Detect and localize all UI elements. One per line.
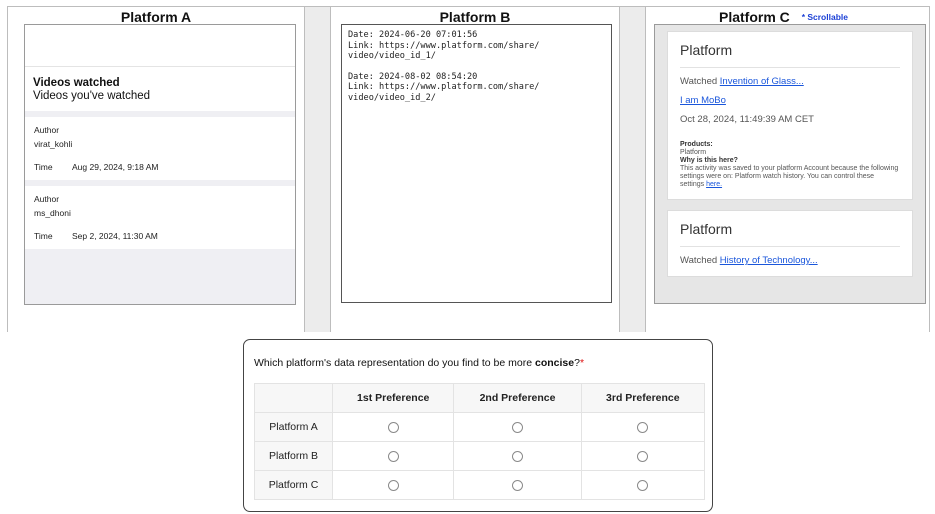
why-label: Why is this here?: [680, 157, 738, 164]
radio-button[interactable]: [387, 421, 399, 433]
radio-button[interactable]: [387, 479, 399, 491]
radio-button[interactable]: [637, 479, 649, 491]
radio-button[interactable]: [512, 450, 524, 462]
table-row: Platform B: [254, 441, 706, 471]
activity-details: Products: Platform Why is this here? Thi…: [680, 141, 900, 189]
table-row: Platform C: [254, 470, 706, 500]
required-mark: *: [579, 357, 585, 369]
row-label: Platform A: [254, 412, 333, 442]
column-header: 2nd Preference: [453, 383, 582, 413]
column-header: 3rd Preference: [580, 383, 706, 413]
activity-card-title: Platform: [680, 221, 900, 247]
platform-c-scroll-view[interactable]: Platform Watched Invention of Glass... I…: [654, 24, 926, 304]
preference-question: Which platform's data representation do …: [243, 339, 713, 512]
channel-line: I am MoBo: [680, 95, 900, 106]
videos-watched-heading: Videos watched: [33, 77, 120, 89]
corner-cell: [254, 383, 333, 413]
video-link[interactable]: Invention of Glass...: [720, 76, 804, 87]
preference-grid: 1st Preference 2nd Preference 3rd Prefer…: [254, 383, 706, 500]
time-value: Sep 2, 2024, 11:30 AM: [72, 231, 158, 241]
platform-a-title: Platform A: [120, 9, 192, 25]
author-value: virat_kohli: [34, 139, 73, 149]
here-link[interactable]: here.: [706, 181, 722, 188]
question-prefix: Which platform's data representation do …: [254, 357, 535, 369]
platform-a-entry: Author ms_dhoni Time Sep 2, 2024, 11:30 …: [25, 186, 295, 249]
platform-b-panel: Platform B Date: 2024-06-20 07:01:56 Lin…: [330, 6, 620, 332]
author-label: Author: [34, 125, 60, 135]
watched-line: Watched History of Technology...: [680, 255, 900, 266]
platform-b-title: Platform B: [439, 9, 511, 25]
watched-prefix: Watched: [680, 76, 720, 87]
platform-c-title-row: Platform C * Scrollable: [646, 9, 929, 25]
platform-b-entry: Date: 2024-06-20 07:01:56 Link: https://…: [348, 30, 540, 61]
row-label: Platform B: [254, 441, 333, 471]
row-label: Platform C: [254, 470, 333, 500]
watched-prefix: Watched: [680, 255, 720, 266]
question-text: Which platform's data representation do …: [254, 357, 584, 369]
time-label: Time: [34, 231, 53, 241]
channel-link[interactable]: I am MoBo: [680, 95, 726, 106]
activity-card: Platform Watched History of Technology..…: [667, 210, 913, 277]
videos-watched-subheading: Videos you've watched: [33, 90, 151, 102]
platform-a-top-bar: [25, 25, 295, 67]
watched-line: Watched Invention of Glass...: [680, 76, 900, 87]
activity-card-title: Platform: [680, 42, 900, 68]
platform-a-screen: Videos watched Videos you've watched Aut…: [24, 24, 296, 305]
question-emphasis: concise: [535, 357, 575, 369]
radio-button[interactable]: [512, 421, 524, 433]
time-label: Time: [34, 162, 53, 172]
products-value: Platform: [680, 149, 707, 156]
author-value: ms_dhoni: [34, 208, 71, 218]
platform-b-entry: Date: 2024-08-02 08:54:20 Link: https://…: [348, 71, 540, 103]
scrollable-note: * Scrollable: [801, 12, 848, 22]
activity-timestamp: Oct 28, 2024, 11:49:39 AM CET: [680, 114, 814, 125]
radio-button[interactable]: [387, 450, 399, 462]
panel-divider: [620, 6, 645, 332]
platform-c-panel: Platform C * Scrollable Platform Watched…: [645, 6, 930, 332]
column-header: 1st Preference: [331, 383, 455, 413]
platform-panels: Platform A Videos watched Videos you've …: [7, 6, 930, 332]
radio-button[interactable]: [512, 479, 524, 491]
products-label: Products:: [680, 141, 713, 148]
platform-a-header: Videos watched Videos you've watched: [25, 67, 295, 111]
platform-c-title: Platform C: [719, 9, 790, 25]
activity-card: Platform Watched Invention of Glass... I…: [667, 31, 913, 200]
platform-b-text-view: Date: 2024-06-20 07:01:56 Link: https://…: [341, 24, 612, 303]
panel-divider: [305, 6, 330, 332]
time-value: Aug 29, 2024, 9:18 AM: [72, 162, 159, 172]
video-link[interactable]: History of Technology...: [720, 255, 818, 266]
author-label: Author: [34, 194, 60, 204]
radio-button[interactable]: [637, 450, 649, 462]
table-row: Platform A: [254, 412, 706, 442]
platform-a-panel: Platform A Videos watched Videos you've …: [7, 6, 305, 332]
radio-button[interactable]: [637, 421, 649, 433]
platform-a-entry: Author virat_kohli Time Aug 29, 2024, 9:…: [25, 117, 295, 180]
